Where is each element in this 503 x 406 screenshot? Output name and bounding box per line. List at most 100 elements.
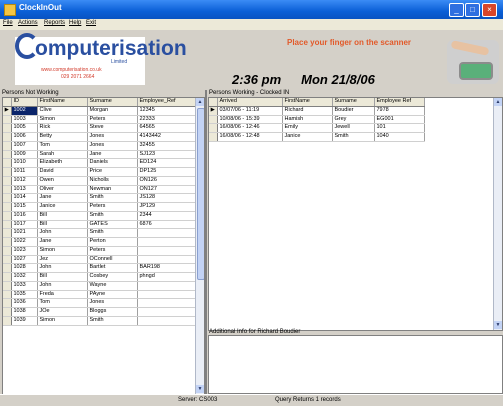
table-cell[interactable]: Nicholls (87, 176, 138, 186)
table-row[interactable]: 1023 Simon Peters (3, 246, 197, 256)
row-selector[interactable] (3, 185, 12, 195)
table-cell[interactable]: 1013 (11, 185, 38, 195)
table-cell[interactable]: Hamish (282, 115, 333, 125)
table-cell[interactable]: Clive (37, 106, 88, 116)
table-cell[interactable]: 1040 (374, 132, 425, 142)
table-cell[interactable]: 1011 (11, 167, 38, 177)
row-selector[interactable] (3, 263, 12, 273)
table-cell[interactable]: Smith (87, 228, 138, 238)
row-selector[interactable] (3, 290, 12, 300)
table-cell[interactable]: Tom (37, 298, 88, 308)
table-cell[interactable]: Jones (87, 141, 138, 151)
table-cell[interactable]: Peters (87, 246, 138, 256)
table-row[interactable]: 1014 Jane Smith JS128 (3, 193, 197, 203)
row-selector[interactable] (3, 281, 12, 291)
table-cell[interactable]: Jewell (332, 123, 375, 133)
scroll-thumb[interactable] (197, 108, 204, 280)
table-cell[interactable]: Freda (37, 290, 88, 300)
table-cell[interactable] (137, 237, 197, 247)
table-cell[interactable]: Cosbey (87, 272, 138, 282)
table-cell[interactable]: Bartlet (87, 263, 138, 273)
table-row[interactable]: 1021 John Smith (3, 228, 197, 238)
table-cell[interactable]: OConnell (87, 255, 138, 265)
table-cell[interactable]: ON127 (137, 185, 197, 195)
table-cell[interactable]: Jez (37, 255, 88, 265)
table-cell[interactable]: 32455 (137, 141, 197, 151)
table-cell[interactable]: Newman (87, 185, 138, 195)
table-cell[interactable]: SJ123 (137, 150, 197, 160)
table-cell[interactable]: Price (87, 167, 138, 177)
table-cell[interactable]: Oliver (37, 185, 88, 195)
row-selector[interactable] (209, 132, 218, 142)
table-cell[interactable]: Simon (37, 246, 88, 256)
table-cell[interactable]: 1027 (11, 255, 38, 265)
table-cell[interactable]: David (37, 167, 88, 177)
row-selector-icon[interactable]: ▶ (3, 106, 12, 116)
row-selector[interactable] (3, 228, 12, 238)
table-cell[interactable]: Jones (87, 132, 138, 142)
table-cell[interactable]: 12345 (137, 106, 197, 116)
table-cell[interactable]: 1038 (11, 307, 38, 317)
table-cell[interactable] (137, 307, 197, 317)
table-row[interactable]: 1016 Bill Smith 2344 (3, 211, 197, 221)
menu-actions[interactable]: Actions (18, 20, 38, 26)
not-working-scrollbar[interactable]: ▲ ▼ (195, 98, 204, 394)
table-cell[interactable]: Perton (87, 237, 138, 247)
table-cell[interactable] (137, 316, 197, 326)
table-row[interactable]: ▶ 03/07/06 - 11:19 Richard Boudier 7978 (209, 106, 425, 116)
table-cell[interactable]: 1017 (11, 220, 38, 230)
row-selector[interactable] (3, 272, 12, 282)
table-cell[interactable]: JP129 (137, 202, 197, 212)
table-cell[interactable]: Smith (87, 316, 138, 326)
table-cell[interactable]: 1016 (11, 211, 38, 221)
table-row[interactable]: 1010 Elizabeth Daniels ED124 (3, 158, 197, 168)
row-selector[interactable] (3, 123, 12, 133)
table-cell[interactable]: 1012 (11, 176, 38, 186)
table-cell[interactable]: Rick (37, 123, 88, 133)
table-cell[interactable]: EG001 (374, 115, 425, 125)
menu-exit[interactable]: Exit (86, 20, 96, 26)
table-row[interactable]: 1017 Bill GATES 6876 (3, 220, 197, 230)
table-cell[interactable]: Bill (37, 220, 88, 230)
col-header-firstname[interactable]: FirstName (37, 98, 88, 107)
table-row[interactable]: 1003 Simon Peters 22333 (3, 115, 197, 125)
table-cell[interactable]: 1010 (11, 158, 38, 168)
table-cell[interactable]: GATES (87, 220, 138, 230)
row-selector[interactable] (3, 237, 12, 247)
table-cell[interactable] (137, 228, 197, 238)
table-cell[interactable]: 1021 (11, 228, 38, 238)
row-selector[interactable] (3, 132, 12, 142)
col-header-surname[interactable]: Surname (332, 98, 375, 107)
table-cell[interactable]: Bill (37, 272, 88, 282)
table-cell[interactable]: Jane (87, 150, 138, 160)
table-row[interactable]: 16/08/06 - 12:46 Emily Jewell 101 (209, 123, 425, 133)
table-cell[interactable] (137, 281, 197, 291)
table-cell[interactable]: 1006 (11, 132, 38, 142)
table-cell[interactable]: 1028 (11, 263, 38, 273)
table-cell[interactable] (137, 290, 197, 300)
table-cell[interactable]: Morgan (87, 106, 138, 116)
table-cell[interactable]: 1003 (11, 115, 38, 125)
table-cell[interactable]: 16/08/06 - 12:48 (217, 132, 283, 142)
table-row[interactable]: 1039 Simon Smith (3, 316, 197, 326)
table-cell[interactable]: 10/08/06 - 15:39 (217, 115, 283, 125)
table-row[interactable]: 1027 Jez OConnell (3, 255, 197, 265)
row-selector[interactable] (209, 115, 218, 125)
table-cell[interactable]: 1033 (11, 281, 38, 291)
row-selector[interactable] (3, 316, 12, 326)
table-row[interactable]: 1009 Sarah Jane SJ123 (3, 150, 197, 160)
table-cell[interactable]: PAyne (87, 290, 138, 300)
table-cell[interactable]: Boudier (332, 106, 375, 116)
table-cell[interactable]: phngd (137, 272, 197, 282)
table-cell[interactable]: Jones (87, 298, 138, 308)
col-header-surname[interactable]: Surname (87, 98, 138, 107)
table-cell[interactable]: 1032 (11, 272, 38, 282)
table-cell[interactable]: 64565 (137, 123, 197, 133)
table-cell[interactable]: 1007 (11, 141, 38, 151)
table-row[interactable]: 1007 Tom Jones 32455 (3, 141, 197, 151)
table-cell[interactable]: 1035 (11, 290, 38, 300)
col-header-arrived[interactable]: Arrived (217, 98, 283, 107)
row-selector[interactable] (3, 298, 12, 308)
row-selector[interactable] (3, 193, 12, 203)
table-cell[interactable]: Grey (332, 115, 375, 125)
